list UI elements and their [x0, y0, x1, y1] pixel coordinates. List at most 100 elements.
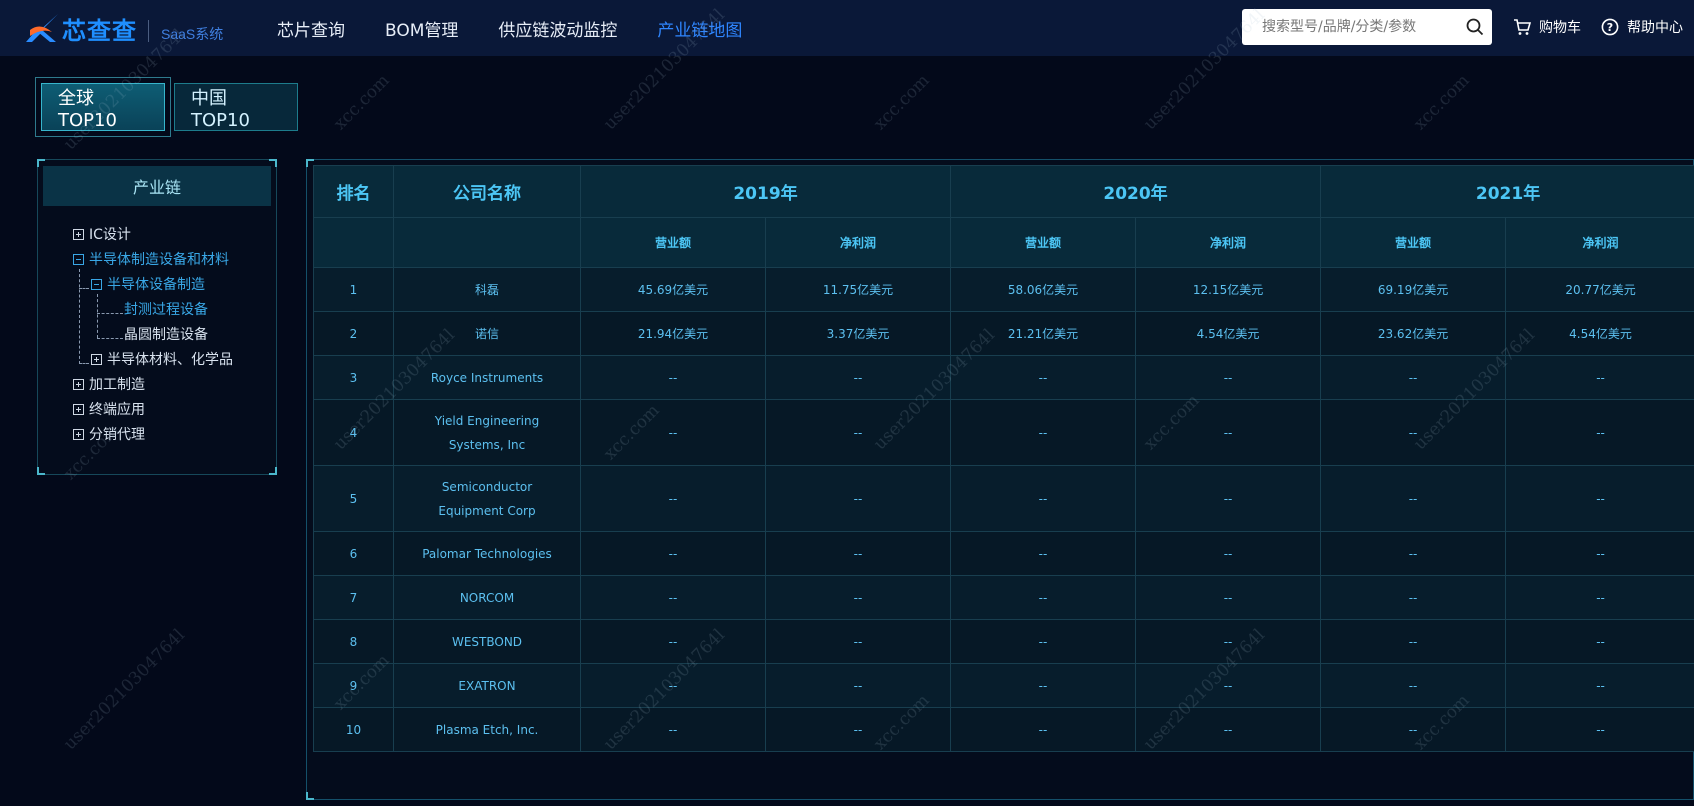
expand-plus-icon[interactable]: [73, 378, 84, 390]
tree-item-equipment-materials[interactable]: 半导体制造设备和材料: [73, 249, 229, 269]
company-name-cell[interactable]: Plasma Etch, Inc.: [393, 707, 581, 752]
profit-cell: --: [1505, 355, 1694, 400]
header-company: 公司名称: [393, 165, 581, 218]
table-row[interactable]: 7 NORCOM -- -- -- -- -- --: [313, 575, 1694, 620]
search-icon[interactable]: [1466, 18, 1484, 36]
revenue-cell: --: [1320, 531, 1507, 576]
profit-cell: 11.75亿美元: [764, 267, 952, 312]
table-row[interactable]: 4 Yield Engineering Systems, Inc -- -- -- -- -…: [313, 399, 1694, 466]
company-name-cell[interactable]: 科磊: [393, 267, 581, 312]
nav-item-industry-map[interactable]: 产业链地图: [657, 16, 742, 41]
watermark-text: xcc.com: [330, 70, 394, 135]
tree-item-equipment-manufacturing[interactable]: 半导体设备制造: [91, 274, 205, 294]
profit-cell: --: [1135, 619, 1322, 664]
watermark-text: user20210304764l: [60, 625, 189, 755]
tree-item-packaging-test-equipment[interactable]: 封测过程设备: [124, 299, 208, 319]
header-profit: 净利润: [1135, 217, 1322, 268]
company-name-cell[interactable]: Yield Engineering Systems, Inc: [393, 399, 581, 466]
header-profit: 净利润: [1505, 217, 1694, 268]
expand-plus-icon[interactable]: [73, 428, 84, 440]
profit-cell: --: [1505, 399, 1694, 466]
expand-plus-icon[interactable]: [91, 353, 102, 365]
tree-item-wafer-equipment[interactable]: 晶圆制造设备: [124, 324, 208, 344]
table-row[interactable]: 5 Semiconductor Equipment Corp -- -- -- -- -- -…: [313, 465, 1694, 532]
revenue-cell: --: [950, 531, 1137, 576]
rank-cell: 9: [313, 663, 394, 708]
profit-cell: --: [1505, 575, 1694, 620]
profit-cell: --: [764, 707, 952, 752]
nav-item-supply-chain-monitor[interactable]: 供应链波动监控: [498, 16, 617, 41]
company-name-cell[interactable]: NORCOM: [393, 575, 581, 620]
table-row[interactable]: 6 Palomar Technologies -- -- -- -- -- --: [313, 531, 1694, 576]
tree-item-processing[interactable]: 加工制造: [73, 374, 145, 394]
help-label: 帮助中心: [1627, 20, 1683, 36]
profit-cell: 20.77亿美元: [1505, 267, 1694, 312]
rank-cell: 8: [313, 619, 394, 664]
revenue-cell: 21.94亿美元: [580, 311, 766, 356]
revenue-cell: --: [1320, 399, 1507, 466]
header-year-2021: 2021年: [1320, 165, 1694, 218]
table-row[interactable]: 2 诺信 21.94亿美元 3.37亿美元 21.21亿美元 4.54亿美元 23.62亿美…: [313, 311, 1694, 356]
help-icon: ?: [1601, 18, 1619, 36]
cart-button[interactable]: 购物车: [1513, 17, 1581, 37]
help-button[interactable]: ? 帮助中心: [1601, 17, 1683, 37]
tree-title: 产业链: [43, 166, 271, 206]
revenue-cell: --: [1320, 707, 1507, 752]
company-name-cell[interactable]: EXATRON: [393, 663, 581, 708]
profit-cell: --: [1135, 663, 1322, 708]
revenue-cell: 58.06亿美元: [950, 267, 1137, 312]
company-name-cell[interactable]: WESTBOND: [393, 619, 581, 664]
profit-cell: --: [764, 355, 952, 400]
table-row[interactable]: 8 WESTBOND -- -- -- -- -- --: [313, 619, 1694, 664]
profit-cell: --: [1135, 399, 1322, 466]
table-row[interactable]: 1 科磊 45.69亿美元 11.75亿美元 58.06亿美元 12.15亿美元 69.19…: [313, 267, 1694, 312]
ranking-table-scroll[interactable]: 排名 公司名称 2019年 2020年 2021年 营业额 净利润 营业额 净利…: [313, 165, 1694, 795]
tab-china-top10[interactable]: 中国TOP10: [174, 83, 298, 131]
company-name-cell[interactable]: Royce Instruments: [393, 355, 581, 400]
header-year-2019: 2019年: [579, 165, 952, 218]
table-row[interactable]: 9 EXATRON -- -- -- -- -- --: [313, 663, 1694, 708]
company-name-cell[interactable]: 诺信: [393, 311, 581, 356]
company-name-cell[interactable]: Semiconductor Equipment Corp: [393, 465, 581, 532]
nav-item-chip-search[interactable]: 芯片查询: [277, 16, 345, 41]
collapse-minus-icon[interactable]: [91, 278, 102, 290]
saas-label: SaaS系统: [161, 26, 224, 42]
collapse-minus-icon[interactable]: [73, 253, 84, 265]
search-input[interactable]: [1262, 17, 1458, 37]
main-nav: 芯片查询 BOM管理 供应链波动监控 产业链地图: [277, 0, 782, 56]
expand-plus-icon[interactable]: [73, 403, 84, 415]
tree-item-ic-design[interactable]: IC设计: [73, 224, 131, 244]
company-name-cell[interactable]: Palomar Technologies: [393, 531, 581, 576]
table-row[interactable]: 10 Plasma Etch, Inc. -- -- -- -- -- --: [313, 707, 1694, 752]
profit-cell: --: [1505, 531, 1694, 576]
tree-item-distribution[interactable]: 分销代理: [73, 424, 145, 444]
tree-item-end-applications[interactable]: 终端应用: [73, 399, 145, 419]
profit-cell: --: [764, 531, 952, 576]
brand-logo[interactable]: 芯查查: [22, 10, 162, 46]
rank-cell: 2: [313, 311, 394, 356]
tree-item-materials-chemicals[interactable]: 半导体材料、化学品: [91, 349, 233, 369]
header-profit: 净利润: [764, 217, 952, 268]
cart-label: 购物车: [1539, 20, 1581, 36]
nav-item-bom[interactable]: BOM管理: [385, 16, 458, 41]
logo-text: 芯查查: [62, 16, 137, 45]
cart-icon: [1514, 19, 1531, 35]
profit-cell: --: [1505, 707, 1694, 752]
revenue-cell: --: [1320, 663, 1507, 708]
ranking-table: 排名 公司名称 2019年 2020年 2021年 营业额 净利润 营业额 净利…: [313, 165, 1694, 752]
revenue-cell: --: [1320, 619, 1507, 664]
industry-chain-tree: 产业链 IC设计 半导体制造设备和材料 半导体设备制造 封测过程设备 晶圆制造设…: [37, 159, 277, 475]
expand-plus-icon[interactable]: [73, 228, 84, 240]
table-row[interactable]: 3 Royce Instruments -- -- -- -- -- --: [313, 355, 1694, 400]
tab-global-top10[interactable]: 全球TOP10: [41, 83, 165, 131]
profit-cell: 4.54亿美元: [1135, 311, 1322, 356]
revenue-cell: --: [580, 575, 766, 620]
profit-cell: 4.54亿美元: [1505, 311, 1694, 356]
revenue-cell: 21.21亿美元: [950, 311, 1137, 356]
revenue-cell: --: [580, 663, 766, 708]
profit-cell: --: [764, 575, 952, 620]
revenue-cell: --: [1320, 465, 1507, 532]
revenue-cell: --: [580, 531, 766, 576]
profit-cell: 12.15亿美元: [1135, 267, 1322, 312]
header-revenue: 营业额: [580, 217, 766, 268]
